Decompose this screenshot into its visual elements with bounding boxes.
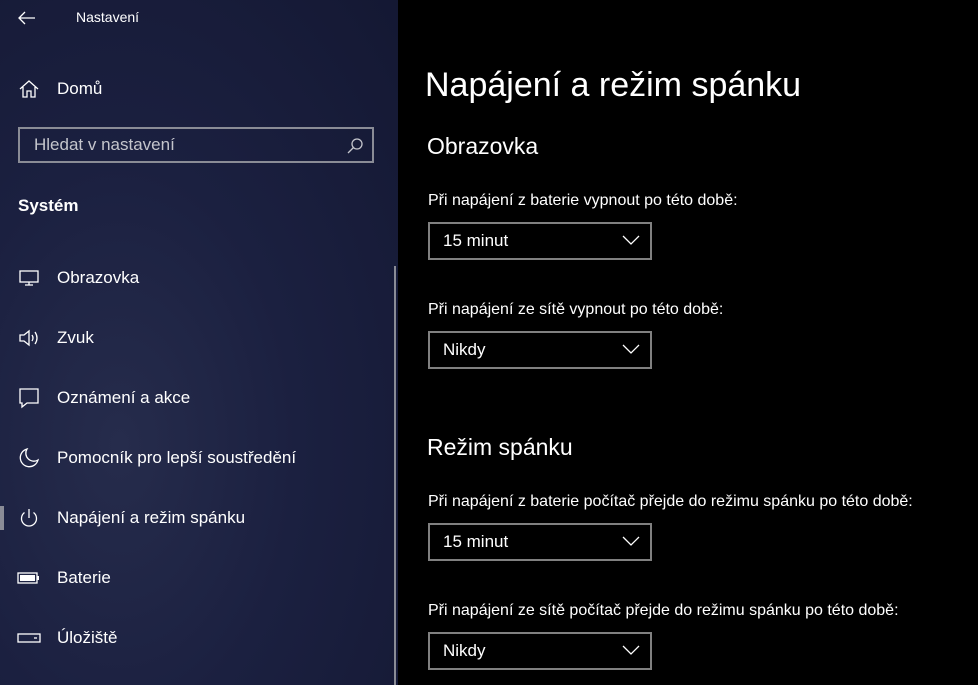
sidebar: Nastavení Domů Systém Obrazovka Zvuk Ozn… [0,0,398,685]
sidebar-item-label: Napájení a režim spánku [57,508,246,527]
sidebar-item-label: Baterie [57,568,111,587]
section-title-screen: Obrazovka [427,133,539,159]
sidebar-item-sound[interactable]: Zvuk [0,318,392,358]
sidebar-scrollbar[interactable] [394,266,396,685]
sidebar-item-label: Obrazovka [57,268,140,287]
sidebar-item-power-sleep[interactable]: Napájení a režim spánku [0,498,392,538]
storage-icon [16,626,42,650]
sleep-ac-dropdown[interactable]: Nikdy [428,632,652,670]
chevron-down-icon [622,235,640,245]
chevron-down-icon [622,536,640,546]
back-arrow-icon [18,11,35,25]
sleep-battery-dropdown[interactable]: 15 minut [428,523,652,561]
sidebar-item-label: Domů [57,79,103,98]
moon-icon [16,446,42,470]
sidebar-item-battery[interactable]: Baterie [0,558,392,598]
screen-battery-label: Při napájení z baterie vypnout po této d… [428,192,738,209]
speaker-icon [16,326,42,350]
sidebar-item-notifications[interactable]: Oznámení a akce [0,378,392,418]
monitor-icon [16,266,42,290]
main-content: Napájení a režim spánku Obrazovka Při na… [398,0,978,685]
dropdown-value: Nikdy [443,641,486,660]
search-field[interactable] [18,127,374,163]
search-icon[interactable] [346,137,364,160]
sleep-battery-label: Při napájení z baterie počítač přejde do… [428,493,913,510]
sidebar-item-home[interactable]: Domů [0,72,390,106]
sidebar-item-storage[interactable]: Úložiště [0,618,392,658]
active-indicator [0,506,4,530]
home-icon [16,77,42,101]
sleep-ac-label: Při napájení ze sítě počítač přejde do r… [428,602,899,619]
notification-icon [16,386,42,410]
sidebar-item-label: Oznámení a akce [57,388,191,407]
chevron-down-icon [622,645,640,655]
sidebar-item-focus-assist[interactable]: Pomocník pro lepší soustředění [0,438,392,478]
battery-icon [16,566,42,590]
dropdown-value: Nikdy [443,340,486,359]
screen-battery-dropdown[interactable]: 15 minut [428,222,652,260]
screen-ac-dropdown[interactable]: Nikdy [428,331,652,369]
chevron-down-icon [622,344,640,354]
sidebar-item-label: Zvuk [57,328,94,347]
power-icon [16,506,42,530]
dropdown-value: 15 minut [443,231,509,250]
app-title: Nastavení [76,9,140,25]
back-button[interactable] [10,4,44,32]
page-title: Napájení a režim spánku [425,66,802,104]
screen-ac-label: Při napájení ze sítě vypnout po této dob… [428,301,724,318]
sidebar-item-display[interactable]: Obrazovka [0,258,392,298]
dropdown-value: 15 minut [443,532,509,551]
sidebar-item-label: Úložiště [57,628,118,647]
search-input[interactable] [20,134,336,156]
section-title-sleep: Režim spánku [427,434,573,460]
sidebar-item-label: Pomocník pro lepší soustředění [57,448,297,467]
section-label: Systém [18,196,79,215]
